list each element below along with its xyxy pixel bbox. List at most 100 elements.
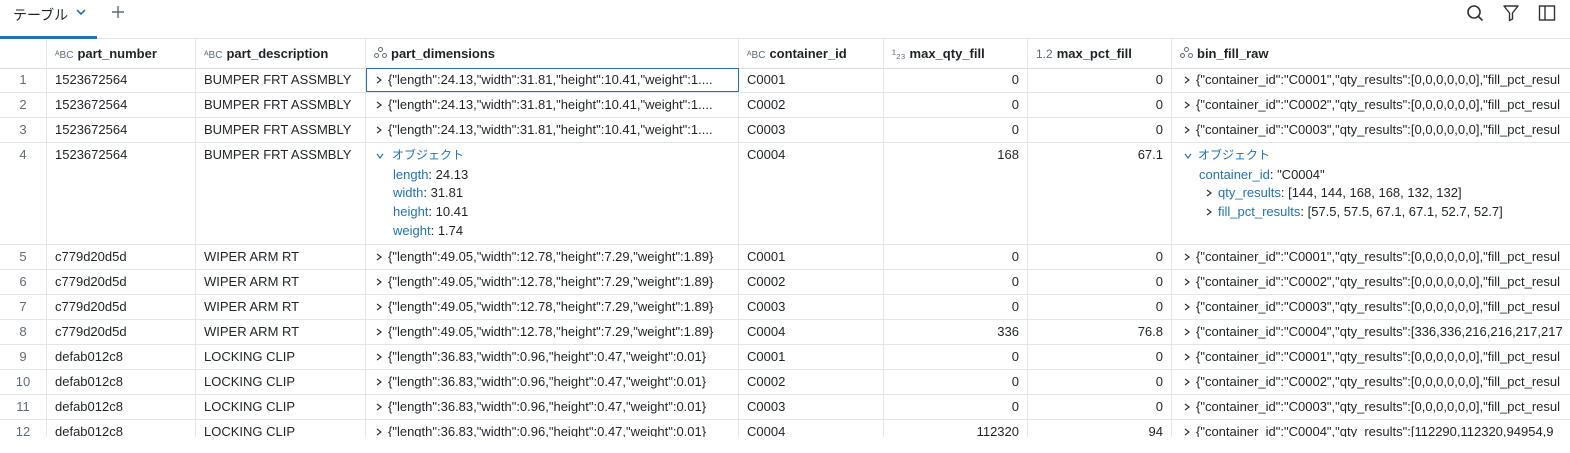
cell-part-number[interactable]: c779d20d5d [47,295,196,319]
table-row[interactable]: 11 defab012c8 LOCKING CLIP {"length":36.… [0,395,1570,420]
cell-bin-fill-raw[interactable]: {"container_id":"C0001","qty_results":[0… [1172,345,1570,369]
cell-part-number[interactable]: 1523672564 [47,93,196,117]
cell-max-qty-fill[interactable]: 0 [884,370,1028,394]
cell-part-dimensions[interactable]: {"length":24.13,"width":31.81,"height":1… [366,68,739,92]
chevron-right-icon[interactable] [375,253,383,261]
table-row[interactable]: 8 c779d20d5d WIPER ARM RT {"length":49.0… [0,320,1570,345]
cell-part-description[interactable]: BUMPER FRT ASSMBLY [196,118,366,142]
cell-container-id[interactable]: C0003 [739,295,884,319]
cell-part-dimensions[interactable]: {"length":36.83,"width":0.96,"height":0.… [366,420,739,437]
chevron-right-icon[interactable] [1183,378,1191,386]
chevron-right-icon[interactable] [1183,428,1191,436]
cell-bin-fill-raw[interactable]: {"container_id":"C0002","qty_results":[0… [1172,370,1570,394]
cell-max-qty-fill[interactable]: 112320 [884,420,1028,437]
object-field-qty-results[interactable]: qty_results: [144, 144, 168, 168, 132, 1… [1218,183,1462,202]
chevron-right-icon[interactable] [375,378,383,386]
cell-max-qty-fill[interactable]: 0 [884,93,1028,117]
cell-container-id[interactable]: C0003 [739,395,884,419]
cell-max-pct-fill[interactable]: 67.1 [1028,143,1172,244]
cell-max-pct-fill[interactable]: 0 [1028,68,1172,92]
chevron-right-icon[interactable] [1183,253,1191,261]
cell-bin-fill-raw[interactable]: {"container_id":"C0001","qty_results":[0… [1172,68,1570,92]
cell-bin-fill-raw[interactable]: {"container_id":"C0004","qty_results":[1… [1172,420,1570,437]
chevron-right-icon[interactable] [375,303,383,311]
cell-max-pct-fill[interactable]: 76.8 [1028,320,1172,344]
cell-max-pct-fill[interactable]: 94 [1028,420,1172,437]
cell-part-dimensions[interactable]: {"length":24.13,"width":31.81,"height":1… [366,118,739,142]
table-row[interactable]: 7 c779d20d5d WIPER ARM RT {"length":49.0… [0,295,1570,320]
cell-part-description[interactable]: BUMPER FRT ASSMBLY [196,93,366,117]
column-header-max-qty-fill[interactable]: ¹₂₃ max_qty_fill [884,39,1028,68]
cell-part-dimensions[interactable]: {"length":49.05,"width":12.78,"height":7… [366,295,739,319]
table-row[interactable]: 12 defab012c8 LOCKING CLIP {"length":36.… [0,420,1570,437]
cell-part-description[interactable]: BUMPER FRT ASSMBLY [196,143,366,244]
cell-part-number[interactable]: 1523672564 [47,118,196,142]
cell-part-number[interactable]: c779d20d5d [47,320,196,344]
tab-table[interactable]: テーブル [0,0,97,39]
cell-part-description[interactable]: WIPER ARM RT [196,320,366,344]
chevron-right-icon[interactable] [375,328,383,336]
cell-max-qty-fill[interactable]: 168 [884,143,1028,244]
sidebar-panel-icon[interactable] [1538,4,1556,22]
chevron-right-icon[interactable] [1205,208,1213,216]
cell-max-qty-fill[interactable]: 0 [884,245,1028,269]
object-label[interactable]: オブジェクト [392,146,464,165]
column-header-part-number[interactable]: ᴬBC part_number [47,39,196,68]
chevron-right-icon[interactable] [1183,403,1191,411]
cell-container-id[interactable]: C0002 [739,270,884,294]
chevron-right-icon[interactable] [375,101,383,109]
cell-bin-fill-raw[interactable]: {"container_id":"C0003","qty_results":[0… [1172,395,1570,419]
table-row[interactable]: 3 1523672564 BUMPER FRT ASSMBLY {"length… [0,118,1570,143]
table-row[interactable]: 2 1523672564 BUMPER FRT ASSMBLY {"length… [0,93,1570,118]
chevron-right-icon[interactable] [375,126,383,134]
cell-part-dimensions[interactable]: {"length":36.83,"width":0.96,"height":0.… [366,345,739,369]
cell-container-id[interactable]: C0002 [739,93,884,117]
cell-bin-fill-raw[interactable]: {"container_id":"C0002","qty_results":[0… [1172,93,1570,117]
column-header-max-pct-fill[interactable]: 1.2 max_pct_fill [1028,39,1172,68]
chevron-right-icon[interactable] [1183,76,1191,84]
cell-bin-fill-raw[interactable]: {"container_id":"C0001","qty_results":[0… [1172,245,1570,269]
chevron-right-icon[interactable] [1183,278,1191,286]
cell-container-id[interactable]: C0004 [739,420,884,437]
cell-max-pct-fill[interactable]: 0 [1028,270,1172,294]
object-field-fill-pct-results[interactable]: fill_pct_results: [57.5, 57.5, 67.1, 67.… [1218,202,1503,221]
cell-part-description[interactable]: BUMPER FRT ASSMBLY [196,68,366,92]
cell-part-dimensions[interactable]: {"length":36.83,"width":0.96,"height":0.… [366,370,739,394]
cell-part-description[interactable]: WIPER ARM RT [196,295,366,319]
chevron-right-icon[interactable] [1183,328,1191,336]
table-row-expanded[interactable]: 4 1523672564 BUMPER FRT ASSMBLY オブジェクト l… [0,143,1570,245]
cell-container-id[interactable]: C0004 [739,143,884,244]
cell-part-dimensions[interactable]: {"length":49.05,"width":12.78,"height":7… [366,270,739,294]
cell-container-id[interactable]: C0001 [739,345,884,369]
column-header-bin-fill-raw[interactable]: bin_fill_raw [1172,39,1570,68]
column-header-container-id[interactable]: ᴬBC container_id [739,39,884,68]
object-label[interactable]: オブジェクト [1198,146,1270,165]
chevron-right-icon[interactable] [375,353,383,361]
cell-max-qty-fill[interactable]: 0 [884,395,1028,419]
cell-max-qty-fill[interactable]: 0 [884,68,1028,92]
cell-bin-fill-raw[interactable]: {"container_id":"C0004","qty_results":[3… [1172,320,1570,344]
plus-icon[interactable] [110,4,126,20]
cell-part-number[interactable]: defab012c8 [47,420,196,437]
cell-bin-fill-raw[interactable]: {"container_id":"C0003","qty_results":[0… [1172,295,1570,319]
cell-part-description[interactable]: LOCKING CLIP [196,345,366,369]
cell-container-id[interactable]: C0001 [739,245,884,269]
cell-max-qty-fill[interactable]: 0 [884,118,1028,142]
cell-part-number[interactable]: c779d20d5d [47,270,196,294]
cell-max-pct-fill[interactable]: 0 [1028,295,1172,319]
chevron-down-icon[interactable] [75,6,87,18]
cell-part-description[interactable]: LOCKING CLIP [196,395,366,419]
chevron-right-icon[interactable] [1183,353,1191,361]
filter-icon[interactable] [1502,4,1520,22]
table-row[interactable]: 10 defab012c8 LOCKING CLIP {"length":36.… [0,370,1570,395]
cell-container-id[interactable]: C0002 [739,370,884,394]
cell-container-id[interactable]: C0003 [739,118,884,142]
cell-bin-fill-raw-expanded[interactable]: オブジェクト container_id: "C0004" qty_results… [1172,143,1570,244]
cell-part-dimensions[interactable]: {"length":49.05,"width":12.78,"height":7… [366,320,739,344]
cell-max-pct-fill[interactable]: 0 [1028,245,1172,269]
cell-part-description[interactable]: WIPER ARM RT [196,245,366,269]
cell-part-description[interactable]: LOCKING CLIP [196,370,366,394]
cell-part-number[interactable]: 1523672564 [47,68,196,92]
table-row[interactable]: 9 defab012c8 LOCKING CLIP {"length":36.8… [0,345,1570,370]
table-row[interactable]: 6 c779d20d5d WIPER ARM RT {"length":49.0… [0,270,1570,295]
